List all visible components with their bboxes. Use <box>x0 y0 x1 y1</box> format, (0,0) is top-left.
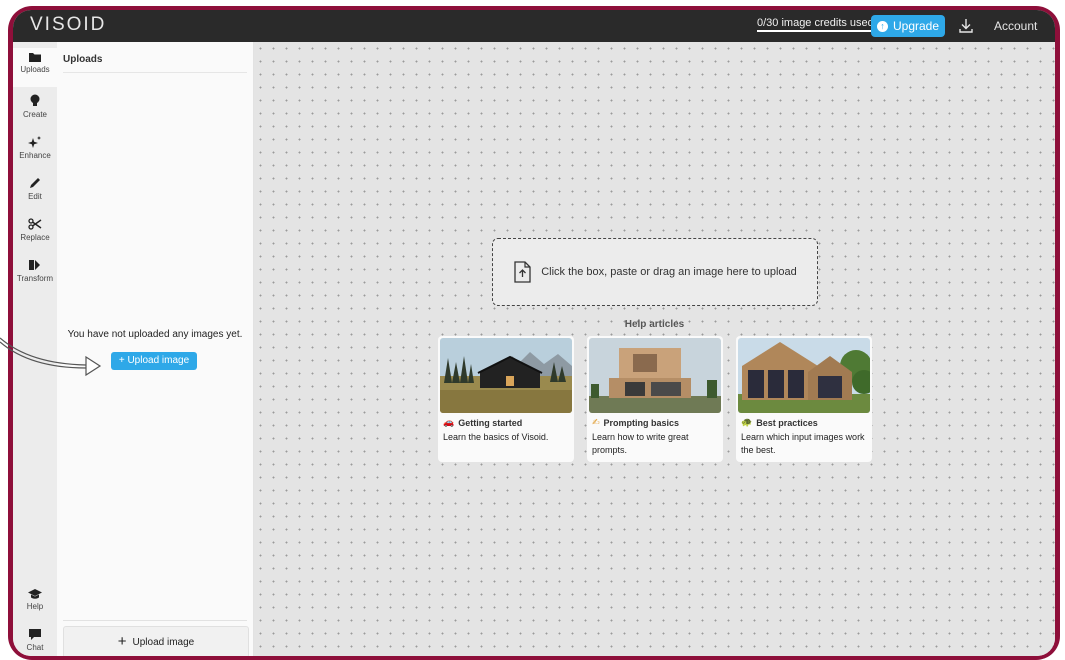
account-menu[interactable]: Account <box>994 19 1037 33</box>
upload-image-label: Upload image <box>132 636 195 648</box>
app-window: VISOID 0/30 image credits used ↑ Upgrade… <box>13 10 1055 656</box>
rail-label: Chat <box>26 643 44 652</box>
car-icon: 🚗 <box>443 417 455 427</box>
rail-item-help[interactable]: Help <box>13 588 57 611</box>
article-title-text: Getting started <box>458 417 523 428</box>
plus-icon: + <box>117 633 127 650</box>
graduation-cap-icon <box>28 589 42 599</box>
article-title-text: Prompting basics <box>603 417 680 428</box>
upload-dropzone[interactable]: Click the box, paste or drag an image he… <box>492 238 818 306</box>
hand-drawn-arrow <box>0 337 102 377</box>
rail-item-chat[interactable]: Chat <box>13 628 57 652</box>
upload-image-bottom-button[interactable]: + Upload image <box>63 626 249 656</box>
turtle-icon: 🐢 <box>741 417 753 427</box>
dropzone-text: Click the box, paste or drag an image he… <box>541 266 797 278</box>
rail-item-replace[interactable]: Replace <box>13 217 57 242</box>
top-bar: VISOID 0/30 image credits used ↑ Upgrade… <box>13 10 1055 42</box>
rail-label: Create <box>22 110 47 119</box>
article-description: Learn which input images work the best. <box>741 432 865 455</box>
canvas-area[interactable]: Click the box, paste or drag an image he… <box>254 42 1055 656</box>
rail-label: Enhance <box>19 151 51 160</box>
app-logo: VISOID <box>30 14 107 35</box>
help-articles-title: Help articles <box>624 319 685 330</box>
rail-item-enhance[interactable]: Enhance <box>13 135 57 160</box>
article-thumbnail <box>440 338 572 413</box>
help-card-best-practices[interactable]: 🐢 Best practices Learn which input image… <box>736 336 872 462</box>
rail-label: Transform <box>16 274 54 283</box>
rail-item-transform[interactable]: Transform <box>13 258 57 283</box>
sparkles-icon <box>28 136 41 148</box>
divider <box>63 620 247 621</box>
panel-title: Uploads <box>63 54 103 65</box>
rail-label: Help <box>26 602 44 611</box>
divider <box>63 72 247 73</box>
article-title-text: Best practices <box>756 417 818 428</box>
transform-icon <box>29 260 40 270</box>
rail-label: Edit <box>28 192 42 201</box>
writing-hand-icon: ✍ <box>592 417 600 427</box>
pencil-icon <box>30 178 40 188</box>
rail-label: Replace <box>20 233 50 242</box>
article-title: 🚗 Getting started <box>443 417 522 428</box>
article-title: 🐢 Best practices <box>741 417 818 428</box>
image-credits-link[interactable]: 0/30 image credits used <box>757 17 874 32</box>
rail-item-uploads[interactable]: Uploads <box>13 48 57 87</box>
folder-icon <box>29 53 41 62</box>
download-icon[interactable] <box>958 17 974 35</box>
upgrade-label: Upgrade <box>892 19 940 33</box>
article-description: Learn the basics of Visoid. <box>443 432 549 442</box>
chat-bubble-icon <box>29 629 41 640</box>
article-title: ✍ Prompting basics <box>592 417 679 428</box>
rail-item-create[interactable]: Create <box>13 94 57 119</box>
upload-image-button[interactable]: + Upload image <box>111 352 197 370</box>
file-upload-icon <box>514 261 531 283</box>
upgrade-button[interactable]: ↑ Upgrade <box>871 15 945 37</box>
article-thumbnail <box>738 338 870 413</box>
help-card-prompting-basics[interactable]: ✍ Prompting basics Learn how to write gr… <box>587 336 723 462</box>
upgrade-icon: ↑ <box>876 20 888 32</box>
rail-item-edit[interactable]: Edit <box>13 176 57 201</box>
rail-label: Uploads <box>20 65 50 74</box>
help-card-getting-started[interactable]: 🚗 Getting started Learn the basics of Vi… <box>438 336 574 462</box>
article-description: Learn how to write great prompts. <box>592 432 689 455</box>
scissors-icon <box>28 218 42 230</box>
article-thumbnail <box>589 338 721 413</box>
lightbulb-icon <box>30 94 40 106</box>
